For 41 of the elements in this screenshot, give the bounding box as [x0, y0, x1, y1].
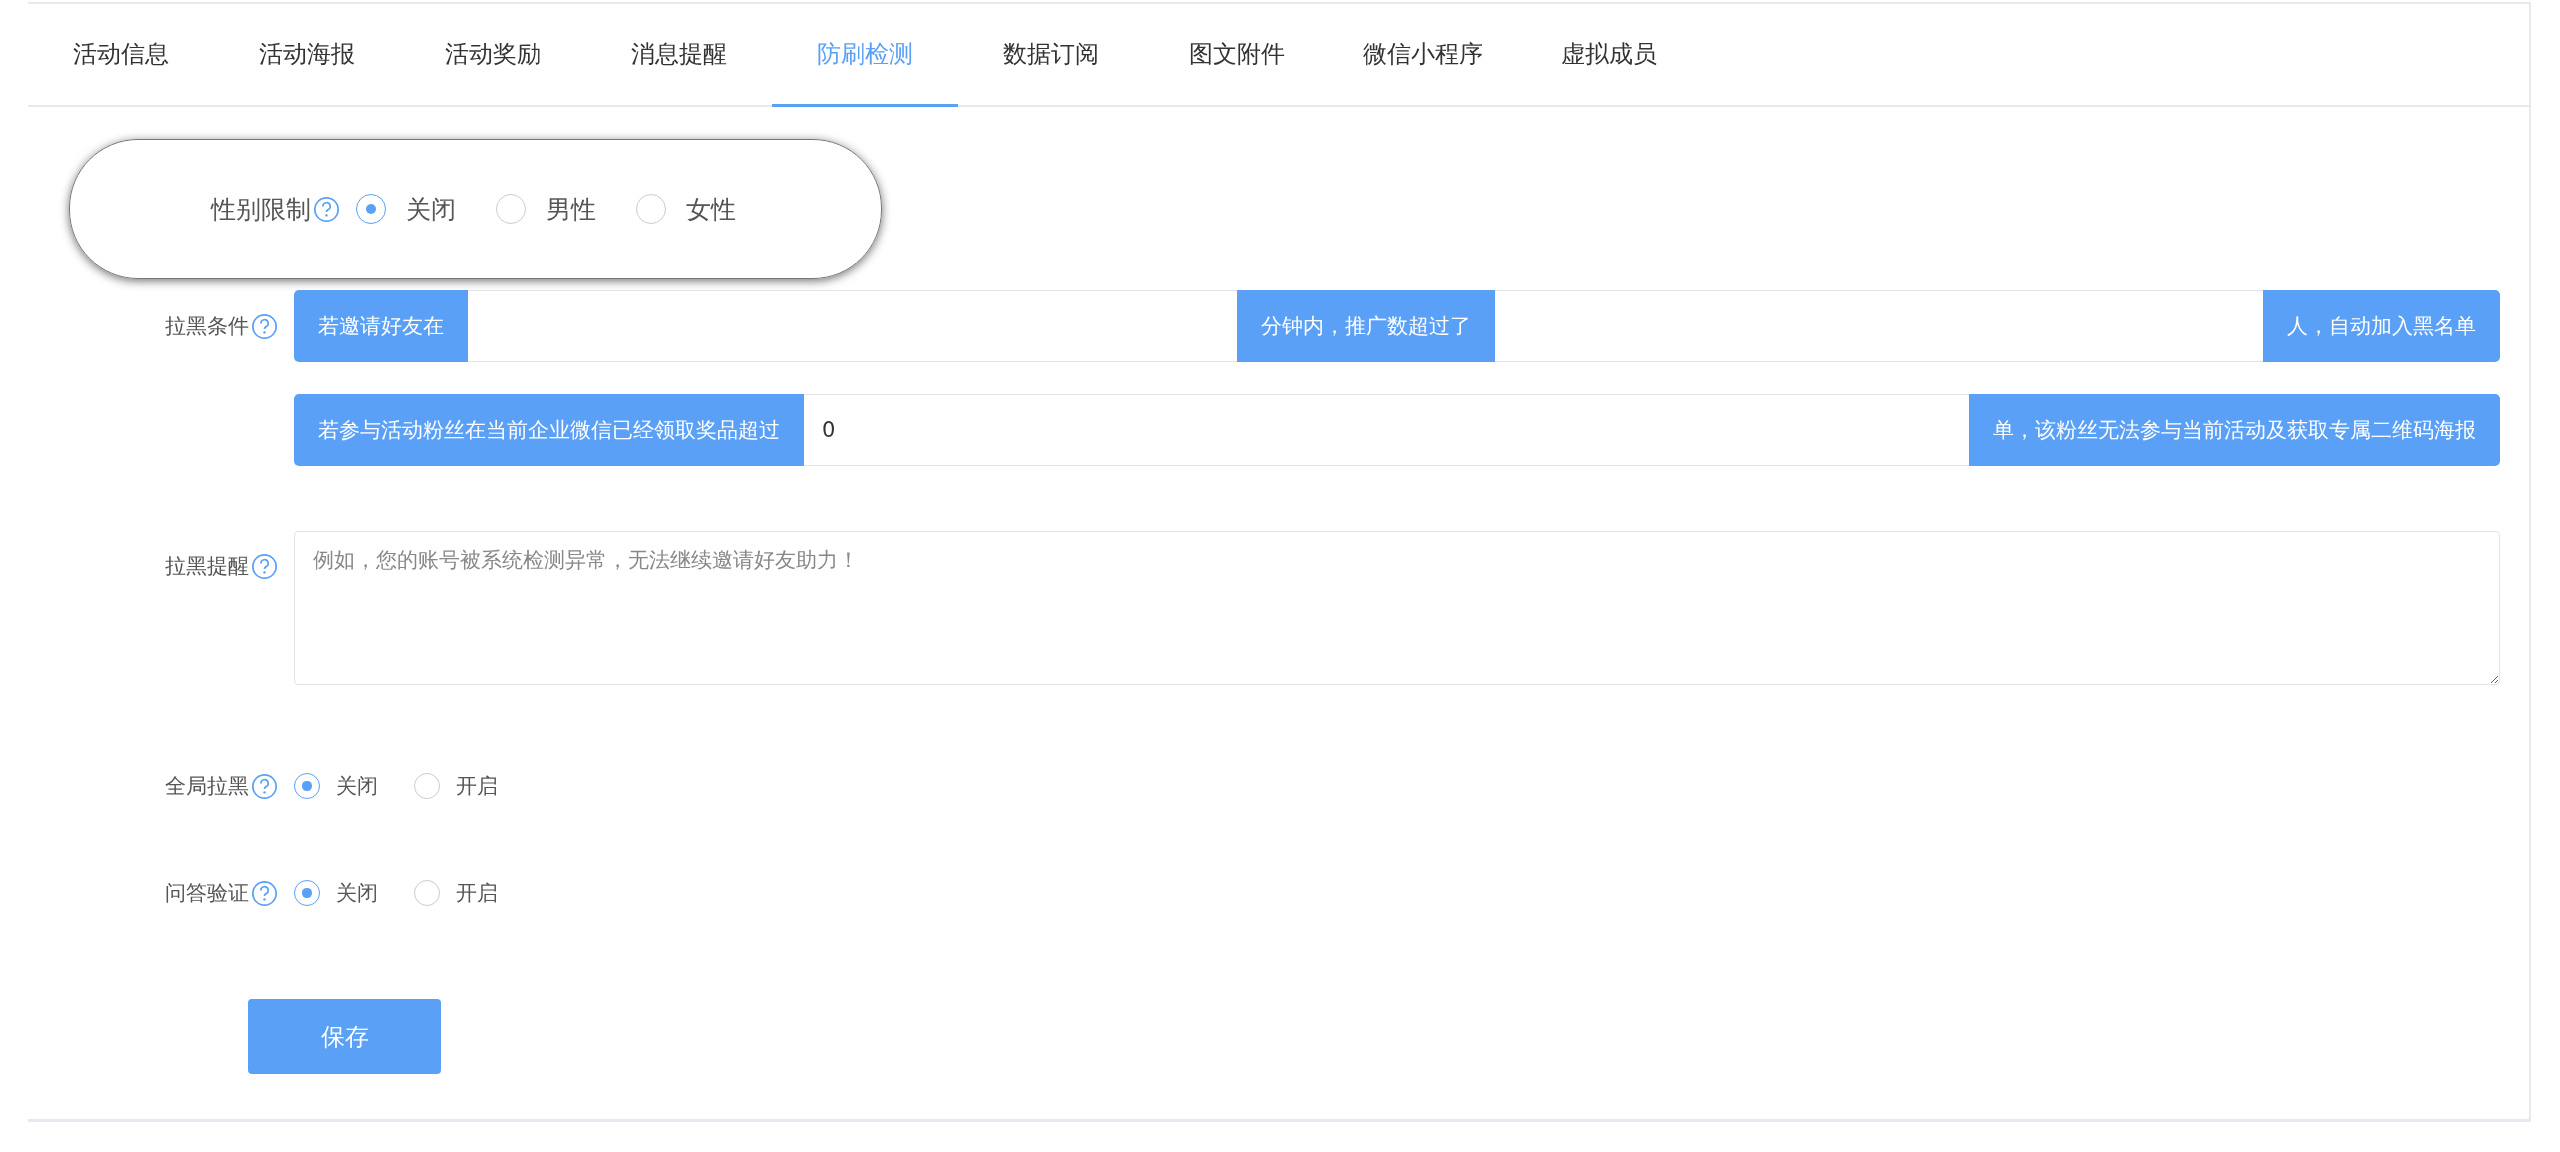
tab[interactable]: 活动信息 [28, 4, 214, 107]
input-field[interactable] [468, 290, 1237, 362]
tab[interactable]: 活动海报 [214, 4, 400, 107]
help-icon[interactable] [251, 312, 278, 340]
radio-button[interactable] [496, 194, 526, 224]
radio-label: 关闭 [406, 193, 456, 226]
input-addon: 人，自动加入黑名单 [2263, 290, 2500, 362]
radio-label: 关闭 [336, 773, 378, 800]
radio-button[interactable] [414, 880, 440, 906]
input-field[interactable]: 0 [804, 394, 1969, 466]
input-addon: 单，该粉丝无法参与当前活动及获取专属二维码海报 [1969, 394, 2500, 466]
radio-button[interactable] [636, 194, 666, 224]
tab[interactable]: 数据订阅 [958, 4, 1144, 107]
radio-button[interactable] [414, 773, 440, 799]
field-label: 性别限制 [211, 193, 311, 226]
field-label: 拉黑条件 [165, 313, 249, 340]
help-icon[interactable] [251, 552, 278, 580]
radio-label: 女性 [686, 193, 736, 226]
input-addon: 若邀请好友在 [294, 290, 468, 362]
field-label: 全局拉黑 [165, 773, 249, 800]
tab[interactable]: 图文附件 [1144, 4, 1330, 107]
input-field[interactable] [1494, 290, 2263, 362]
help-icon[interactable] [313, 195, 340, 223]
field-label: 拉黑提醒 [165, 553, 249, 580]
help-icon[interactable] [251, 772, 278, 800]
radio-label: 开启 [456, 880, 498, 907]
tab[interactable]: 消息提醒 [586, 4, 772, 107]
tab[interactable]: 虚拟成员 [1516, 4, 1702, 107]
field-label: 问答验证 [165, 880, 249, 907]
input-addon: 分钟内，推广数超过了 [1236, 290, 1495, 362]
help-icon[interactable] [251, 879, 278, 907]
reminder-textarea[interactable]: 例如，您的账号被系统检测异常，无法继续邀请好友助力！ [294, 531, 2500, 685]
radio-button[interactable] [356, 194, 386, 224]
tab[interactable]: 微信小程序 [1330, 4, 1516, 107]
radio-button[interactable] [294, 880, 320, 906]
radio-label: 关闭 [336, 880, 378, 907]
radio-label: 男性 [546, 193, 596, 226]
radio-button[interactable] [294, 773, 320, 799]
input-addon: 若参与活动粉丝在当前企业微信已经领取奖品超过 [294, 394, 804, 466]
tab[interactable]: 活动奖励 [400, 4, 586, 107]
radio-label: 开启 [456, 773, 498, 800]
